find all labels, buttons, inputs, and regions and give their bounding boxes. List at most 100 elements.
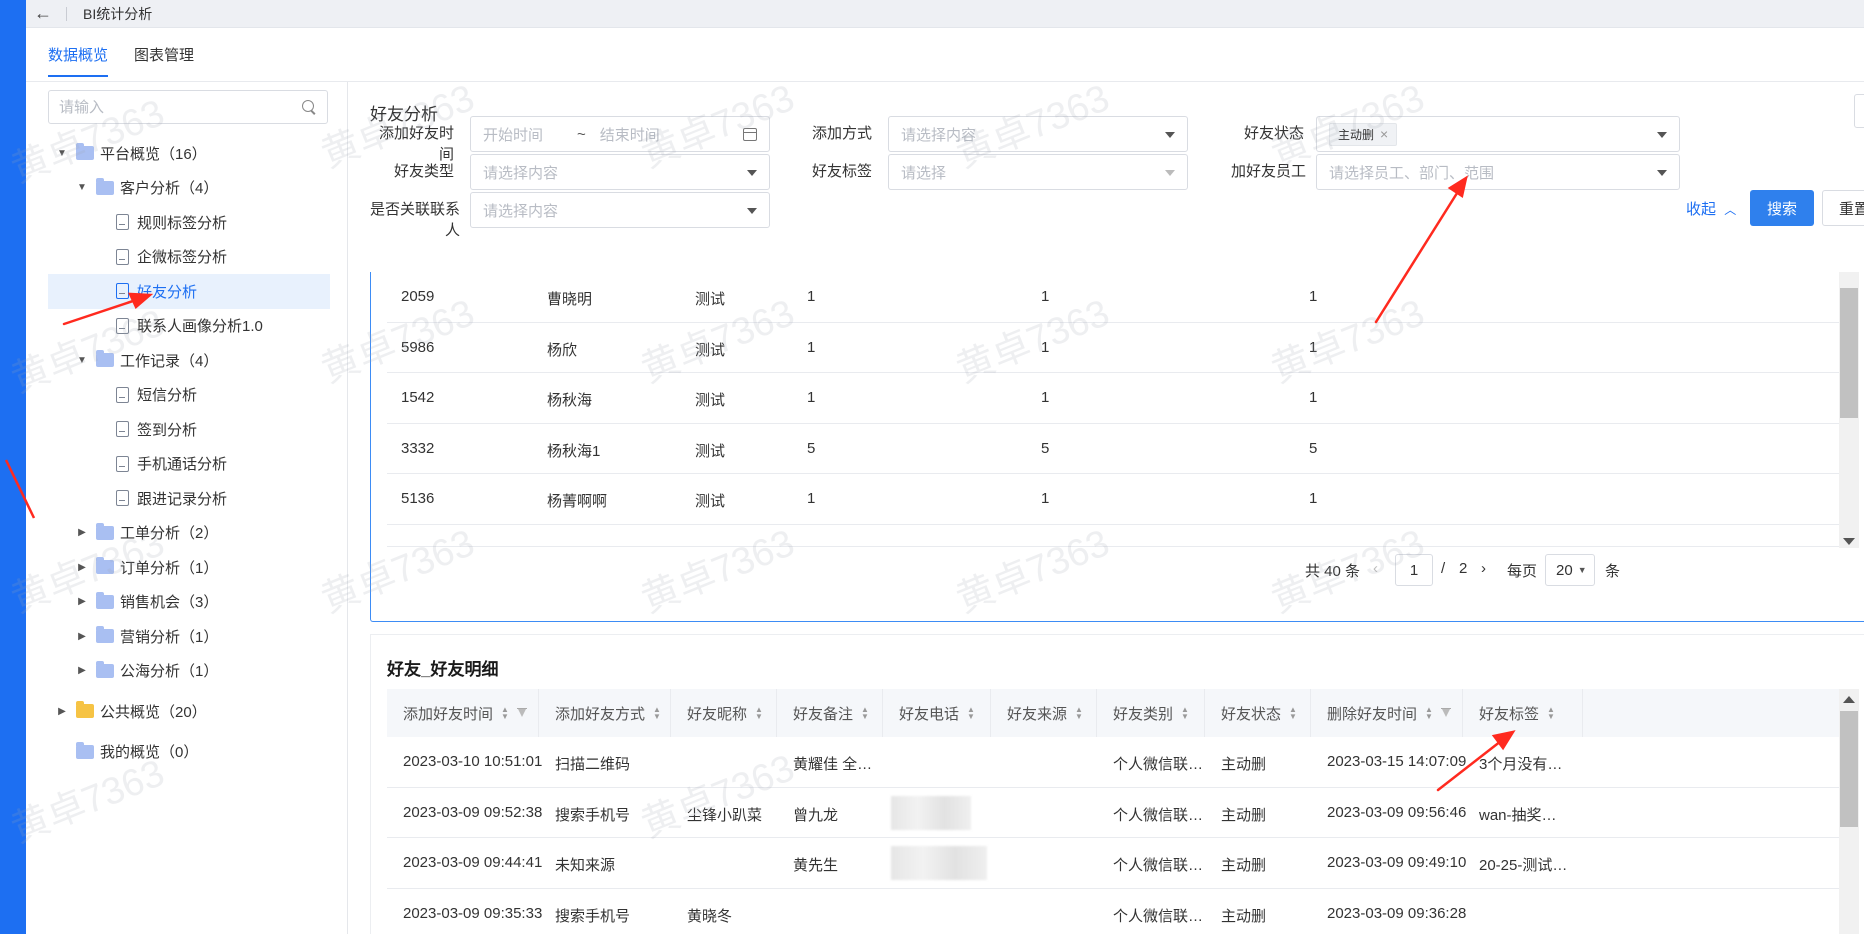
- tree-node[interactable]: ▼ 平台概览（16）: [48, 136, 330, 171]
- sort-icon[interactable]: ▲ ▼: [1181, 706, 1189, 721]
- caret-down-icon[interactable]: ▼: [76, 355, 88, 366]
- caret-right-icon[interactable]: ▶: [76, 562, 88, 573]
- sort-icon[interactable]: ▲ ▼: [755, 706, 763, 721]
- search-icon[interactable]: [301, 99, 317, 115]
- scroll-thumb[interactable]: [1840, 288, 1858, 418]
- sort-icon[interactable]: ▲ ▼: [1425, 706, 1433, 721]
- column-header[interactable]: 好友来源 ▲ ▼: [991, 689, 1097, 737]
- sort-icon[interactable]: ▲ ▼: [1547, 706, 1555, 721]
- tree-node[interactable]: 手机通话分析: [48, 447, 330, 482]
- type-select[interactable]: 请选择内容: [470, 154, 770, 190]
- per-page-label: 每页: [1507, 563, 1538, 580]
- filter-icon[interactable]: [516, 708, 527, 718]
- column-header-label: 删除好友时间: [1327, 705, 1418, 723]
- detail-title: 好友_好友明细: [387, 660, 499, 679]
- summary-scrollbar[interactable]: [1839, 272, 1859, 548]
- table-row[interactable]: 2059 曹晓明 测试 1 1 1: [387, 272, 1839, 323]
- tree-node[interactable]: ▶ 公海分析（1）: [48, 654, 330, 689]
- caret-right-icon[interactable]: ▶: [76, 631, 88, 642]
- scroll-down-icon[interactable]: [1843, 538, 1855, 545]
- sort-icon[interactable]: ▲ ▼: [501, 706, 509, 721]
- caret-right-icon[interactable]: ▶: [76, 665, 88, 676]
- table-row[interactable]: 2023-03-10 10:51:01 扫描二维码 黄耀佳 全… 个人微信联… 主动删 2…: [387, 737, 1839, 788]
- status-select[interactable]: 主动删 ×: [1316, 116, 1680, 152]
- tree-node[interactable]: ▶ 订单分析（1）: [48, 550, 330, 585]
- tab-chart-management[interactable]: 图表管理: [134, 44, 194, 77]
- caret-down-icon[interactable]: ▼: [56, 148, 68, 159]
- tree-search: [48, 90, 328, 124]
- tag-label: 好友标签: [811, 163, 872, 180]
- table-row[interactable]: 2023-03-09 09:52:38 搜索手机号 尘锋小趴菜 曾九龙 个人微信联… 主动…: [387, 788, 1839, 838]
- table-row[interactable]: 3332 杨秋海1 测试 5 5 5: [387, 424, 1839, 474]
- chevron-down-icon: [1165, 132, 1175, 138]
- chevron-down-icon: [1657, 132, 1667, 138]
- caret-down-icon[interactable]: ▼: [76, 182, 88, 193]
- linked-select[interactable]: 请选择内容: [470, 192, 770, 228]
- detail-scrollbar[interactable]: [1839, 689, 1859, 934]
- tree-node[interactable]: ▶ 工单分析（2）: [48, 516, 330, 551]
- chevron-left-icon[interactable]: ‹: [1373, 560, 1378, 577]
- tree-node[interactable]: ▼ 客户分析（4）: [48, 171, 330, 206]
- table-row[interactable]: 5986 杨欣 测试 1 1 1: [387, 323, 1839, 373]
- column-header[interactable]: 好友标签 ▲ ▼: [1463, 689, 1583, 737]
- sort-icon[interactable]: ▲ ▼: [861, 706, 869, 721]
- reset-button[interactable]: 重置: [1822, 190, 1864, 226]
- tree-node[interactable]: 我的概览（0）: [48, 735, 330, 770]
- per-page-select[interactable]: 20 ▼: [1545, 554, 1595, 586]
- page-input[interactable]: 1: [1395, 554, 1433, 586]
- column-header-label: 好友备注: [793, 705, 854, 723]
- table-cell: 个人微信联…: [1113, 756, 1204, 773]
- tree-node[interactable]: 规则标签分析: [48, 205, 330, 240]
- table-row[interactable]: 5136 杨菁啊啊 测试 1 1 1: [387, 474, 1839, 525]
- search-button[interactable]: 搜索: [1750, 190, 1814, 226]
- chevron-right-icon[interactable]: ›: [1481, 560, 1486, 577]
- column-header[interactable]: 好友电话 ▲ ▼: [883, 689, 991, 737]
- tree-node[interactable]: 好友分析: [48, 274, 330, 309]
- column-header[interactable]: 添加好友时间 ▲ ▼: [387, 689, 539, 737]
- sort-icon[interactable]: ▲ ▼: [653, 706, 661, 721]
- column-header[interactable]: 好友类别 ▲ ▼: [1097, 689, 1205, 737]
- add-time-range[interactable]: 开始时间 ~ 结束时间: [470, 116, 770, 152]
- filter-icon[interactable]: [1440, 708, 1451, 718]
- table-row[interactable]: 2023-03-09 09:44:41 未知来源 黄先生 个人微信联… 主动删 2023-…: [387, 838, 1839, 889]
- tree-node[interactable]: ▶ 营销分析（1）: [48, 619, 330, 654]
- tree-node[interactable]: 签到分析: [48, 412, 330, 447]
- scroll-up-icon[interactable]: [1843, 696, 1855, 703]
- tree-node[interactable]: 跟进记录分析: [48, 481, 330, 516]
- sort-icon[interactable]: ▲ ▼: [967, 706, 975, 721]
- column-header[interactable]: 好友备注 ▲ ▼: [777, 689, 883, 737]
- caret-down-icon: ▼: [1577, 565, 1587, 575]
- tree-search-input[interactable]: [59, 98, 301, 116]
- collapse-label: 收起: [1686, 201, 1717, 218]
- caret-right-icon[interactable]: ▶: [76, 596, 88, 607]
- tree-node[interactable]: ▼ 工作记录（4）: [48, 343, 330, 378]
- tree-node[interactable]: ▶ 销售机会（3）: [48, 585, 330, 620]
- table-row[interactable]: 1542 杨秋海 测试 1 1 1: [387, 373, 1839, 424]
- scroll-thumb[interactable]: [1840, 711, 1858, 827]
- close-icon[interactable]: ×: [1380, 126, 1388, 142]
- caret-right-icon[interactable]: ▶: [76, 527, 88, 538]
- tab-data-overview[interactable]: 数据概览: [48, 44, 109, 77]
- column-header[interactable]: 好友状态 ▲ ▼: [1205, 689, 1311, 737]
- caret-right-icon[interactable]: ▶: [56, 706, 68, 717]
- sort-icon[interactable]: ▲ ▼: [1289, 706, 1297, 721]
- sort-icon[interactable]: ▲ ▼: [1075, 706, 1083, 721]
- tree-node[interactable]: 短信分析: [48, 378, 330, 413]
- tag-select[interactable]: 请选择: [888, 154, 1188, 190]
- add-method-select[interactable]: 请选择内容: [888, 116, 1188, 152]
- tree-node[interactable]: ▶ 公共概览（20）: [48, 694, 330, 729]
- tree-node-label: 短信分析: [137, 387, 198, 405]
- staff-select[interactable]: 请选择员工、部门、范围: [1316, 154, 1680, 190]
- tree-node[interactable]: 联系人画像分析1.0: [48, 309, 330, 344]
- arrow-left-icon[interactable]: ←: [28, 0, 58, 28]
- status-label: 好友状态: [1243, 125, 1304, 142]
- column-header[interactable]: 删除好友时间 ▲ ▼: [1311, 689, 1463, 737]
- table-row[interactable]: 2023-03-09 09:35:33 搜索手机号 黄晓冬 个人微信联… 主动删 2023…: [387, 889, 1839, 934]
- column-header[interactable]: 好友昵称 ▲ ▼: [671, 689, 777, 737]
- tree-node-label: 好友分析: [137, 283, 198, 301]
- tree-node[interactable]: 企微标签分析: [48, 240, 330, 275]
- collapse-link[interactable]: 收起 ︿: [1686, 198, 1736, 219]
- upload-icon[interactable]: ⇪: [1854, 94, 1864, 128]
- column-header[interactable]: 添加好友方式 ▲ ▼: [539, 689, 671, 737]
- table-cell: 主动删: [1221, 907, 1267, 925]
